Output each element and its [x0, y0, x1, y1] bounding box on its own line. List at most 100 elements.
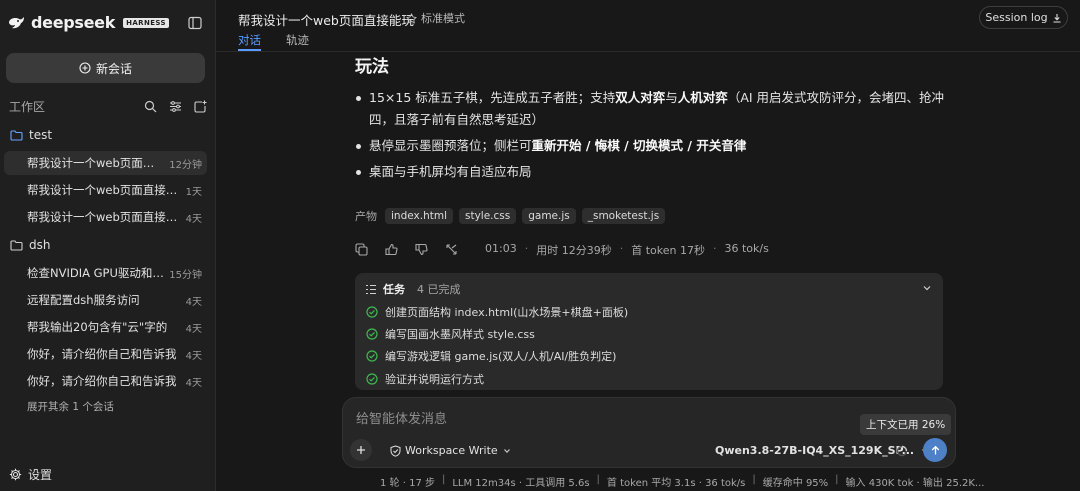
bullet-bold: 重新开始 / 悔棋 / 切换模式 / 开关音律: [531, 138, 747, 153]
artifact-chip[interactable]: game.js: [522, 208, 576, 224]
download-icon: [1053, 13, 1061, 23]
session-item[interactable]: 帮我设计一个web页面直接能玩 1天: [4, 178, 207, 202]
brand-name: deepseek: [31, 13, 116, 32]
permission-label: Workspace Write: [405, 444, 498, 457]
session-time: 4天: [185, 323, 202, 335]
branch-icon[interactable]: [445, 243, 459, 257]
bullet-bold: 双人对弈: [615, 90, 666, 105]
session-item[interactable]: 检查NVIDIA GPU驱动和CUDA 15分钟: [4, 261, 207, 285]
filter-sliders-icon[interactable]: [168, 99, 182, 113]
brand-badge: HARNESS: [123, 17, 169, 28]
settings-label: 设置: [28, 468, 53, 482]
separator: |: [596, 474, 600, 485]
task-item: 编写游戏逻辑 game.js(双人/人机/AI/胜负判定): [366, 348, 616, 364]
check-circle-icon: [366, 306, 378, 318]
page-title: 帮我设计一个web页面直接能玩: [238, 13, 414, 28]
session-time: 15分钟: [169, 269, 202, 281]
stats-cache: 缓存命中 95%: [762, 478, 829, 489]
folder-icon: [10, 129, 23, 141]
search-icon[interactable]: [143, 99, 157, 113]
session-title: 检查NVIDIA GPU驱动和CUDA: [27, 266, 165, 280]
send-button[interactable]: [923, 438, 947, 462]
sidebar-toggle-icon[interactable]: [186, 14, 204, 32]
message-actions: 01:03 · 用时 12分39秒 · 首 token 17秒 · 36 tok…: [355, 241, 769, 259]
brand-logo[interactable]: deepseek HARNESS: [8, 13, 169, 32]
separator: |: [752, 474, 756, 485]
permission-select[interactable]: Workspace Write: [390, 444, 512, 457]
session-log-label: Session log: [985, 11, 1048, 24]
message-input[interactable]: 给智能体发消息: [356, 408, 447, 427]
session-time: 4天: [185, 350, 202, 362]
check-circle-icon: [366, 328, 378, 340]
mode-indicator[interactable]: 标准模式: [406, 10, 465, 26]
session-item[interactable]: 远程配置dsh服务访问 4天: [4, 288, 207, 312]
plus-icon: [357, 446, 365, 454]
session-title: 你好，请介绍你自己和告诉我: [27, 347, 177, 361]
plus-circle-icon: [79, 62, 91, 74]
stats-io: 输入 430K tok · 输出 25.2K...: [845, 478, 985, 489]
session-title: 帮我设计一个web页面直接能玩: [27, 183, 182, 197]
task-label: 编写游戏逻辑 game.js(双人/人机/AI/胜负判定): [385, 350, 617, 363]
tasks-header[interactable]: 任务 4 已完成: [365, 281, 461, 297]
folder-icon: [10, 239, 23, 251]
artifact-chip[interactable]: index.html: [385, 208, 453, 224]
whale-logo-icon: [9, 16, 24, 28]
sidebar: deepseek HARNESS 新会话 工作区 test 帮我设计一个web页…: [0, 0, 216, 491]
tasks-panel: 任务 4 已完成 创建页面结构 index.html(山水场景+棋盘+面板) 编…: [355, 273, 943, 390]
task-item: 编写国画水墨风样式 style.css: [366, 326, 535, 342]
thumbs-down-icon[interactable]: [415, 243, 429, 257]
session-item[interactable]: 帮我设计一个web页面直接能玩 12分钟: [4, 151, 207, 175]
stats-rounds: 1 轮 · 17 步: [380, 478, 435, 489]
artifact-chip[interactable]: _smoketest.js: [581, 208, 666, 224]
artifact-chip[interactable]: style.css: [458, 208, 517, 224]
bullet-text: 与: [665, 90, 678, 105]
loading-spinner-icon: [896, 445, 908, 457]
list-item: 悬停显示墨圈预落位；侧栏可重新开始 / 悔棋 / 切换模式 / 开关音律: [355, 135, 945, 157]
session-item[interactable]: 你好，请介绍你自己和告诉我 4天: [4, 342, 207, 366]
message-meta: 01:03 · 用时 12分39秒 · 首 token 17秒 · 36 tok…: [485, 242, 769, 258]
separator: |: [835, 474, 839, 485]
session-time: 12分钟: [169, 159, 202, 171]
chevron-down-icon: [503, 448, 510, 453]
bullet-bold: 人机对弈: [677, 90, 728, 105]
tasks-count: 4 已完成: [417, 283, 461, 296]
message-first-token: 首 token 17秒: [631, 244, 705, 257]
tasks-title: 任务: [383, 283, 405, 296]
model-label: Qwen3.8-27B-IQ4_XS_129K_SP...: [715, 444, 915, 457]
folder-dsh[interactable]: dsh: [10, 238, 50, 252]
new-folder-icon[interactable]: [193, 99, 207, 113]
stats-first-token: 首 token 平均 3.1s · 36 tok/s: [606, 478, 746, 489]
session-title: 帮我设计一个web页面直接能玩: [27, 156, 166, 170]
list-item: 15×15 标准五子棋，先连成五子者胜；支持双人对弈与人机对弈（AI 用启发式攻…: [355, 87, 945, 131]
tab-chat[interactable]: 对话: [238, 32, 261, 51]
separator: ·: [712, 242, 717, 255]
folder-test[interactable]: test: [10, 128, 52, 142]
attach-button[interactable]: [350, 439, 372, 461]
separator: ·: [619, 242, 624, 255]
session-item[interactable]: 帮我设计一个web页面直接能玩 4天: [4, 205, 207, 229]
separator: ·: [524, 242, 529, 255]
thumbs-up-icon[interactable]: [385, 243, 399, 257]
task-item: 创建页面结构 index.html(山水场景+棋盘+面板): [366, 304, 628, 320]
session-log-button[interactable]: Session log: [979, 6, 1068, 29]
message-composer[interactable]: 给智能体发消息 上下文已用 26% Workspace Write Qwen3.…: [342, 397, 956, 468]
folder-name: dsh: [29, 238, 51, 252]
session-time: 4天: [185, 213, 202, 225]
tab-trace[interactable]: 轨迹: [286, 32, 309, 48]
run-stats: 1 轮 · 17 步 | LLM 12m34s · 工具调用 5.6s | 首 …: [380, 474, 984, 489]
new-chat-button[interactable]: 新会话: [6, 53, 205, 83]
gear-icon: [9, 468, 22, 481]
chevron-down-icon[interactable]: [921, 282, 933, 294]
header-divider: [216, 51, 1080, 52]
copy-icon[interactable]: [355, 243, 369, 257]
separator: |: [441, 474, 446, 485]
session-title: 你好，请介绍你自己和告诉我: [27, 374, 177, 388]
session-item[interactable]: 你好，请介绍你自己和告诉我 4天: [4, 369, 207, 393]
task-label: 验证并说明运行方式: [385, 373, 484, 386]
session-item[interactable]: 帮我输出20句含有"云"字的 4天: [4, 315, 207, 339]
artifacts-label: 产物: [355, 210, 377, 223]
check-circle-icon: [366, 373, 378, 385]
mode-icon: [406, 12, 417, 24]
expand-more-sessions[interactable]: 展开其余 1 个会话: [27, 399, 114, 414]
settings-button[interactable]: 设置: [9, 466, 52, 483]
